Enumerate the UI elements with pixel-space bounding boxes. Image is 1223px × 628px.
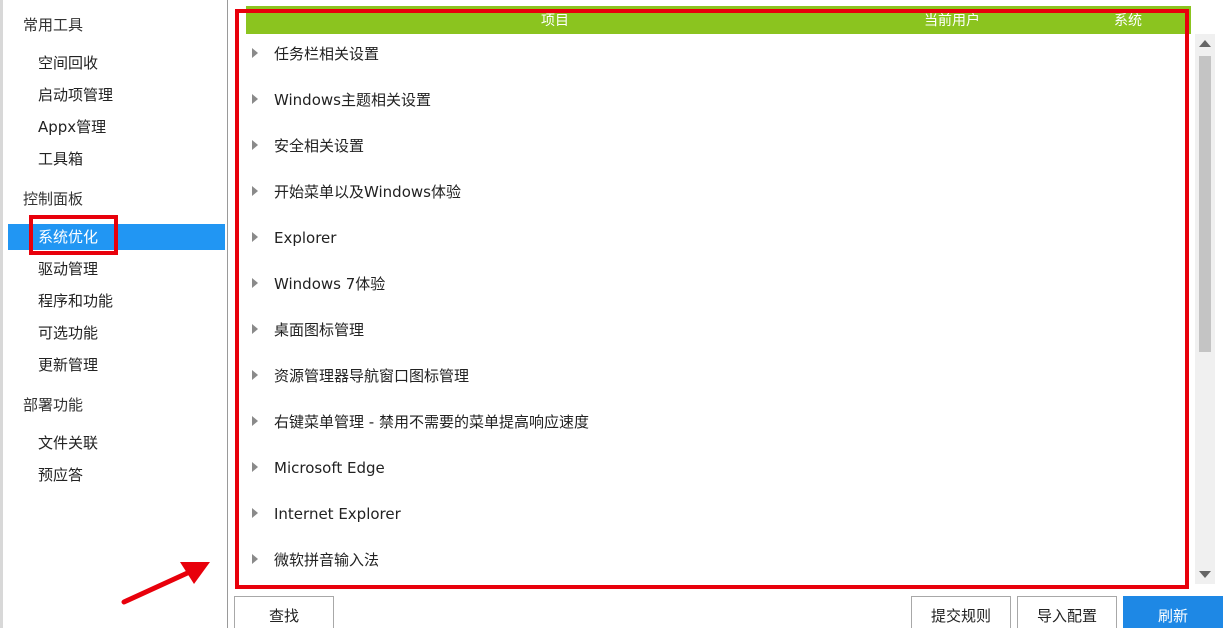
import-config-button[interactable]: 导入配置 (1017, 596, 1117, 628)
find-button[interactable]: 查找 (234, 596, 334, 628)
vertical-scrollbar[interactable] (1195, 34, 1215, 584)
submit-rules-button[interactable]: 提交规则 (911, 596, 1011, 628)
sidebar-item-file-association[interactable]: 文件关联 (8, 430, 225, 456)
sidebar-item-optional-features[interactable]: 可选功能 (8, 320, 225, 346)
refresh-button[interactable]: 刷新 (1123, 596, 1223, 628)
sidebar-item-pre-answer[interactable]: 预应答 (8, 462, 225, 488)
annotation-arrow-icon (121, 562, 210, 605)
sidebar-item-driver-manager[interactable]: 驱动管理 (8, 256, 225, 282)
scroll-down-arrow-icon[interactable] (1199, 571, 1211, 578)
sidebar-item-programs-features[interactable]: 程序和功能 (8, 288, 225, 314)
sidebar-nav: 常用工具 空间回收 启动项管理 Appx管理 工具箱 控制面板 系统优化 驱动管… (3, 0, 228, 628)
scrollbar-thumb[interactable] (1199, 56, 1211, 352)
annotation-highlight-box (29, 215, 118, 255)
sidebar-item-appx-manager[interactable]: Appx管理 (8, 114, 225, 140)
scroll-up-arrow-icon[interactable] (1199, 40, 1211, 47)
sidebar-item-toolbox[interactable]: 工具箱 (8, 146, 225, 172)
sidebar-item-space-reclaim[interactable]: 空间回收 (8, 50, 225, 76)
sidebar-section-control-panel: 控制面板 (23, 190, 84, 208)
annotation-highlight-box (235, 9, 1189, 589)
sidebar-section-tools: 常用工具 (23, 16, 84, 34)
sidebar-item-startup-manager[interactable]: 启动项管理 (8, 82, 225, 108)
sidebar-item-update-manager[interactable]: 更新管理 (8, 352, 225, 378)
main-panel: 项目 当前用户 系统 任务栏相关设置 Windows主题相关设置 安全相关设置 … (232, 0, 1223, 628)
sidebar-section-deployment: 部署功能 (23, 396, 84, 414)
